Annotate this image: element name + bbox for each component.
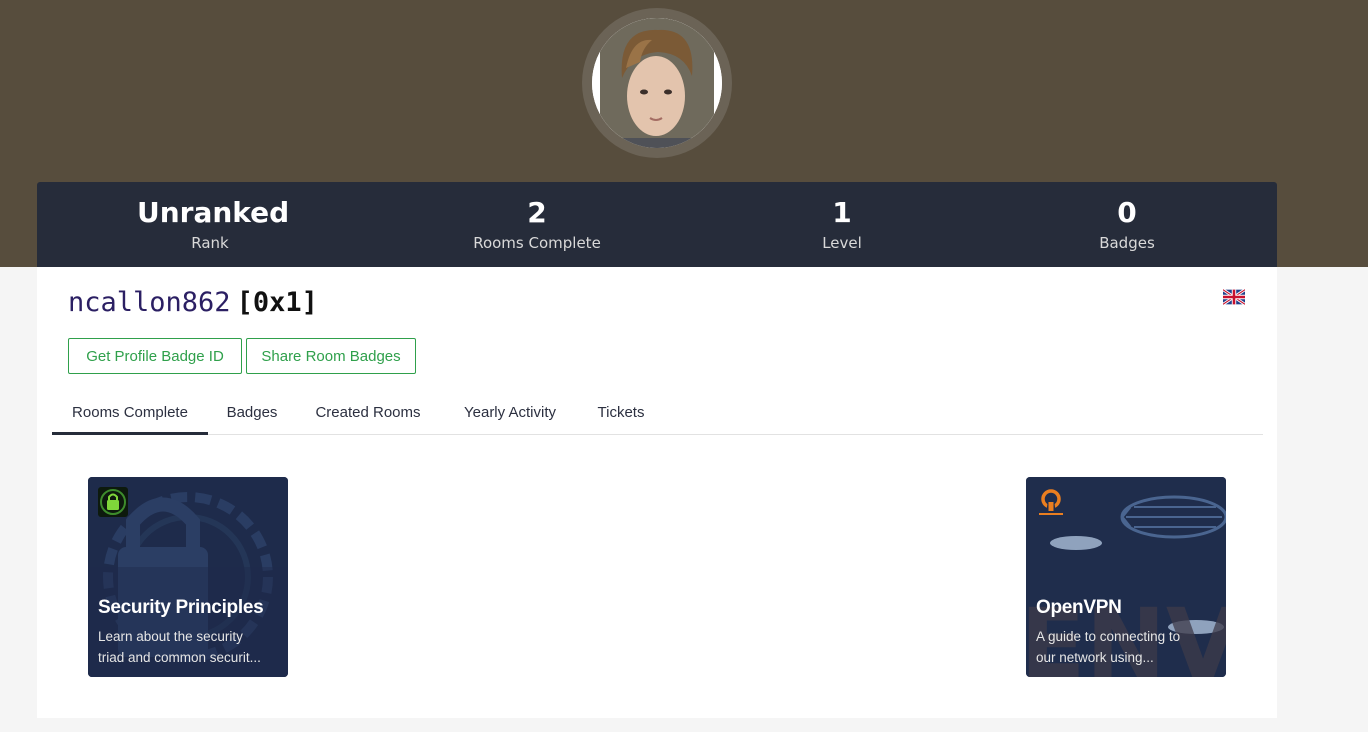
profile-stats-bar: Unranked Rank 2 Rooms Complete 1 Level 0… [37, 182, 1277, 267]
tab-tickets[interactable]: Tickets [592, 392, 650, 434]
user-rank-tag: [0x1] [236, 287, 318, 318]
stat-level-value: 1 [832, 196, 852, 229]
room-description-line: our network using... [1036, 650, 1154, 665]
stat-badges: 0 Badges [1077, 196, 1177, 252]
stat-rooms-complete-value: 2 [527, 196, 547, 229]
profile-username: ncallon862 [0x1] [68, 287, 318, 318]
room-card-openvpn[interactable]: ENV OpenVPN A guide to connecting to our… [1026, 477, 1226, 677]
username-text: ncallon862 [68, 287, 231, 318]
padlock-icon [98, 487, 128, 517]
openvpn-logo-icon [1039, 489, 1063, 515]
room-description-line: Learn about the security [98, 629, 243, 644]
tab-badges[interactable]: Badges [222, 392, 282, 434]
profile-card: ncallon862 [0x1] Get Profile Badge ID Sha… [37, 267, 1277, 718]
avatar-photo [592, 18, 722, 148]
room-description-line: triad and common securit... [98, 650, 261, 665]
share-room-badges-button[interactable]: Share Room Badges [246, 338, 416, 374]
avatar[interactable] [592, 18, 722, 148]
profile-tabs: Rooms Complete Badges Created Rooms Year… [52, 392, 1263, 435]
room-description: A guide to connecting to our network usi… [1036, 626, 1218, 668]
tab-rooms-complete[interactable]: Rooms Complete [52, 392, 208, 435]
stat-rank-label: Rank [191, 234, 229, 252]
stat-rank-value: Unranked [137, 196, 290, 229]
stat-badges-value: 0 [1117, 196, 1137, 229]
room-card-security-principles[interactable]: Security Principles Learn about the secu… [88, 477, 288, 677]
room-title: OpenVPN [1036, 597, 1122, 618]
room-description-line: A guide to connecting to [1036, 629, 1181, 644]
room-description: Learn about the security triad and commo… [98, 626, 280, 668]
stat-level-label: Level [822, 234, 862, 252]
stat-rank: Unranked Rank [137, 196, 290, 252]
get-profile-badge-button[interactable]: Get Profile Badge ID [68, 338, 242, 374]
room-title: Security Principles [98, 597, 264, 618]
stat-rooms-complete: 2 Rooms Complete [457, 196, 617, 252]
stat-rooms-complete-label: Rooms Complete [473, 234, 601, 252]
tab-created-rooms[interactable]: Created Rooms [308, 392, 428, 434]
stat-badges-label: Badges [1099, 234, 1155, 252]
uk-flag-icon[interactable] [1223, 289, 1245, 305]
stat-level: 1 Level [792, 196, 892, 252]
tab-yearly-activity[interactable]: Yearly Activity [454, 392, 566, 434]
